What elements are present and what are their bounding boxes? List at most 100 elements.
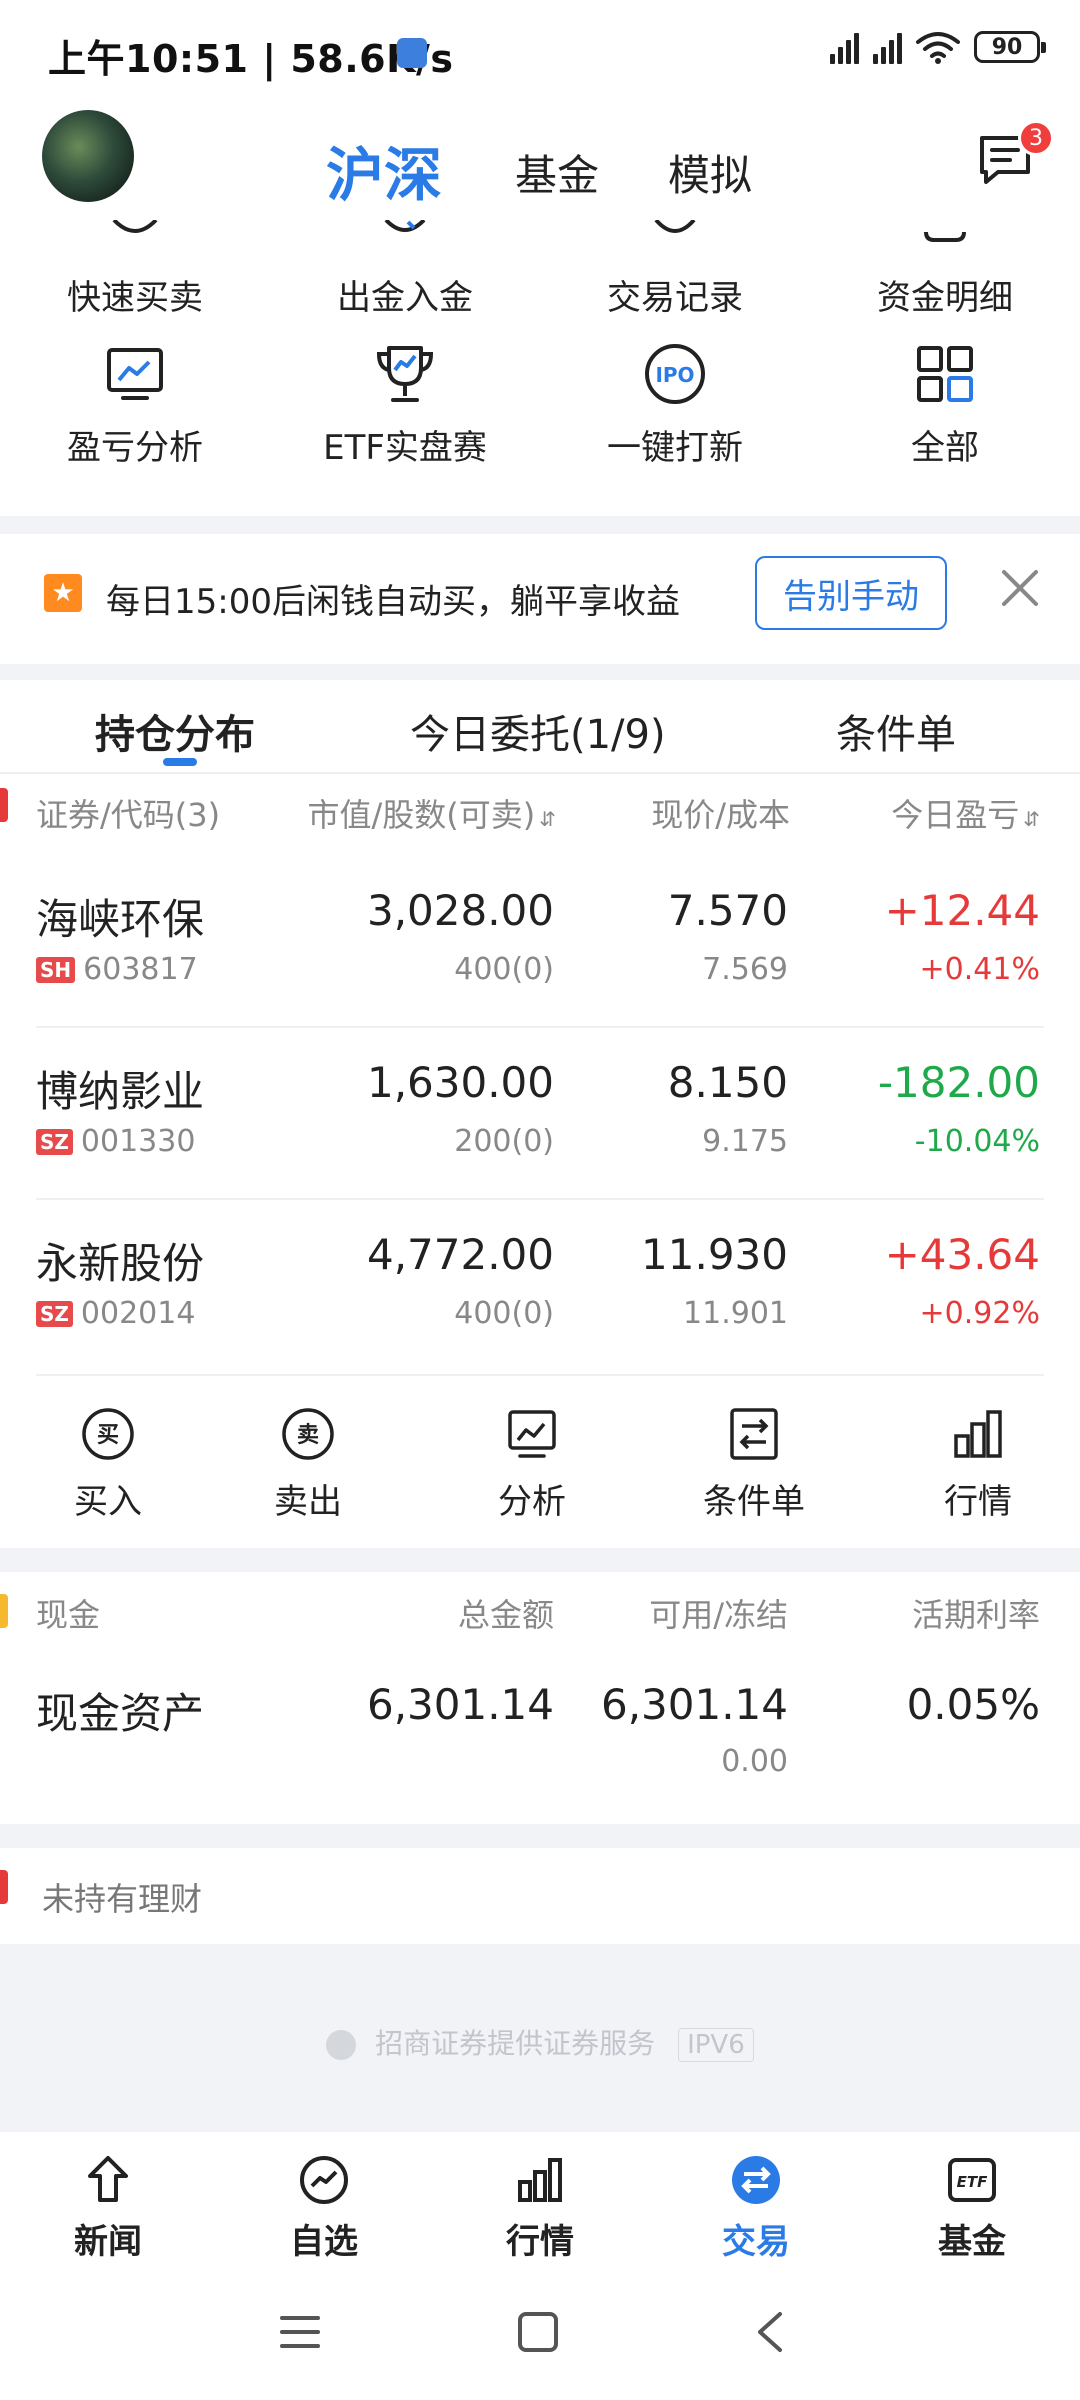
star-icon: ★	[44, 574, 82, 612]
bottom-nav: 新闻 自选 行情 交易 ETF 基金	[0, 2132, 1080, 2272]
promo-action-button[interactable]: 告别手动	[755, 556, 947, 630]
all-features-button[interactable]: 全部	[810, 342, 1080, 469]
market-icon	[518, 2158, 562, 2202]
nav-news[interactable]: 新闻	[0, 2152, 216, 2263]
cash-col-available: 可用/冻结	[649, 1596, 788, 1634]
conditional-order-icon	[730, 1408, 778, 1460]
quick-actions-grid: 快速买卖 出金入金 交易记录 资金明细 盈亏分析 ETF实盘赛 IPO 一键打新…	[0, 220, 1080, 516]
fund-details-button[interactable]: 资金明细	[810, 220, 1080, 319]
sell-icon: 卖	[282, 1408, 334, 1460]
col-security[interactable]: 证券/代码(3)	[36, 790, 220, 836]
ipo-icon: IPO	[645, 344, 705, 404]
broker-logo-icon	[326, 2030, 357, 2060]
stock-code: SH 603817	[36, 952, 198, 987]
deposit-withdraw-label: 出金入金	[337, 278, 473, 318]
market-value: 4,772.00	[366, 1230, 554, 1279]
stock-name: 博纳影业	[36, 1067, 205, 1116]
close-icon[interactable]	[996, 564, 1044, 612]
cost-price: 7.569	[702, 952, 788, 987]
col-market-value[interactable]: 市值/股数(可卖) ⇵	[307, 790, 556, 836]
quote-button[interactable]: 行情	[870, 1406, 1080, 1523]
today-pnl-pct: +0.41%	[919, 952, 1040, 987]
quick-trade-button[interactable]: 快速买卖	[0, 220, 270, 319]
tab-simulate[interactable]: 模拟	[668, 142, 752, 203]
buy-icon: 买	[82, 1408, 134, 1460]
broker-footer: 招商证券提供证券服务 IPV6	[0, 2022, 1080, 2062]
conditional-order-label: 条件单	[703, 1482, 805, 1522]
pnl-analysis-icon	[107, 348, 163, 400]
nav-market[interactable]: 行情	[432, 2152, 648, 2263]
nav-trade[interactable]: 交易	[648, 2152, 864, 2263]
cash-col-label: 现金	[36, 1596, 101, 1634]
tab-conditional-orders[interactable]: 条件单	[836, 702, 956, 760]
stock-code: SZ 001330	[36, 1124, 195, 1159]
quick-trade-label: 快速买卖	[67, 278, 203, 318]
cash-col-total: 总金额	[457, 1596, 554, 1634]
top-header: 沪深 基金 模拟 3	[0, 100, 1080, 220]
active-tab-indicator	[163, 758, 197, 766]
current-price: 7.570	[667, 886, 788, 935]
sell-button[interactable]: 卖 卖出	[200, 1406, 416, 1523]
nav-fund-label: 基金	[938, 2222, 1006, 2262]
tab-hushen[interactable]: 沪深	[326, 128, 442, 212]
shares: 400(0)	[454, 1296, 554, 1331]
promo-text: 每日15:00后闲钱自动买，躺平享收益	[106, 582, 680, 622]
svg-text:ETF: ETF	[957, 2173, 988, 2191]
no-wealth-label: 未持有理财	[42, 1880, 203, 1918]
pnl-analysis-button[interactable]: 盈亏分析	[0, 342, 270, 469]
quick-trade-icon	[112, 220, 158, 233]
conditional-order-button[interactable]: 条件单	[646, 1406, 862, 1523]
tab-positions[interactable]: 持仓分布	[95, 702, 255, 760]
current-price: 11.930	[641, 1230, 788, 1279]
divider	[36, 1374, 1044, 1376]
etf-contest-button[interactable]: ETF实盘赛	[270, 342, 540, 469]
all-features-label: 全部	[911, 428, 979, 468]
market-badge: SZ	[36, 1128, 73, 1155]
analysis-icon	[508, 1410, 556, 1458]
svg-text:IPO: IPO	[655, 363, 694, 387]
market-value: 1,630.00	[366, 1058, 554, 1107]
news-icon	[88, 2156, 128, 2202]
cost-price: 9.175	[702, 1124, 788, 1159]
ipo-subscribe-button[interactable]: IPO 一键打新	[540, 342, 810, 469]
etf-contest-label: ETF实盘赛	[323, 428, 487, 468]
today-pnl-pct: +0.92%	[919, 1296, 1040, 1331]
deposit-withdraw-button[interactable]: 出金入金	[270, 220, 540, 319]
wealth-panel[interactable]: 未持有理财	[0, 1848, 1080, 1944]
divider	[0, 772, 1080, 774]
current-price: 8.150	[667, 1058, 788, 1107]
today-pnl: +43.64	[884, 1230, 1040, 1279]
divider	[36, 1198, 1044, 1200]
cash-frozen: 0.00	[721, 1744, 788, 1779]
menu-icon[interactable]	[278, 2312, 322, 2352]
buy-button[interactable]: 买 买入	[0, 1406, 216, 1523]
stock-name: 海峡环保	[36, 895, 205, 944]
svg-text:卖: 卖	[297, 1422, 319, 1448]
broker-note: 招商证券提供证券服务	[375, 2027, 656, 2060]
back-icon[interactable]	[752, 2310, 788, 2354]
avatar[interactable]	[42, 110, 134, 202]
signal-icon	[830, 30, 859, 64]
ipo-subscribe-label: 一键打新	[607, 428, 743, 468]
message-badge: 3	[1018, 120, 1054, 156]
fund-details-icon	[924, 231, 966, 242]
tab-fund[interactable]: 基金	[515, 142, 599, 203]
svg-text:买: 买	[97, 1423, 119, 1448]
cash-available: 6,301.14	[600, 1680, 788, 1729]
trade-records-button[interactable]: 交易记录	[540, 220, 810, 319]
today-pnl-pct: -10.04%	[914, 1124, 1040, 1159]
col-price-cost[interactable]: 现价/成本	[651, 790, 790, 836]
holdings-panel: 持仓分布 今日委托(1/9) 条件单 证券/代码(3) 市值/股数(可卖) ⇵ 现…	[0, 680, 1080, 1548]
nav-fund[interactable]: ETF 基金	[864, 2152, 1080, 2263]
analysis-button[interactable]: 分析	[424, 1406, 640, 1523]
cash-panel: 现金 总金额 可用/冻结 活期利率 现金资产 6,301.14 6,301.14…	[0, 1572, 1080, 1824]
status-time-speed: 上午10:51 | 58.6K/s	[48, 37, 454, 81]
tab-today-orders[interactable]: 今日委托(1/9)	[410, 702, 666, 760]
system-nav-bar	[0, 2272, 1080, 2400]
home-icon[interactable]	[516, 2310, 560, 2354]
app-notification-icon	[397, 38, 427, 68]
cost-price: 11.901	[683, 1296, 788, 1331]
col-today-pnl[interactable]: 今日盈亏 ⇵	[891, 790, 1040, 836]
trophy-icon	[376, 346, 434, 402]
nav-watchlist[interactable]: 自选	[216, 2152, 432, 2263]
